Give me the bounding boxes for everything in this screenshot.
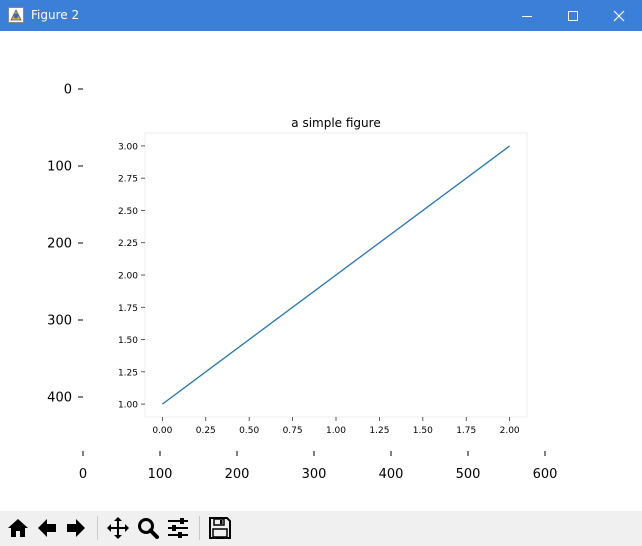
inner-chart-title: a simple figure — [291, 116, 380, 130]
toolbar-separator — [199, 516, 200, 540]
save-button[interactable] — [206, 514, 234, 542]
x-tick-label: 200 — [225, 467, 250, 482]
x-tick-label: 0 — [79, 467, 87, 482]
maximize-button[interactable] — [550, 0, 596, 31]
forward-button[interactable] — [62, 514, 90, 542]
inner-y-tick-label: 3.00 — [118, 142, 138, 152]
toolbar-separator — [97, 516, 98, 540]
x-tick-label: 300 — [302, 467, 327, 482]
figure-canvas[interactable]: 0 100 200 300 400 0 100 200 300 400 500 600 a simpl… — [0, 31, 642, 511]
title-bar: Figure 2 — [0, 0, 642, 31]
x-tick-label: 100 — [148, 467, 173, 482]
inner-y-tick-label: 1.50 — [118, 336, 138, 346]
inner-chart: a simple figure 1.00 1.25 1.50 1.75 2.00 2.25 2… — [118, 116, 528, 436]
inner-y-tick-label: 2.25 — [118, 239, 138, 249]
pan-button[interactable] — [104, 514, 132, 542]
inner-y-tick-label: 1.75 — [118, 304, 138, 314]
arrow-right-icon — [67, 519, 85, 537]
inner-x-tick-label: 0.00 — [152, 426, 172, 436]
arrow-left-icon — [38, 519, 56, 537]
minimize-button[interactable] — [504, 0, 550, 31]
inner-x-tick-label: 1.00 — [326, 426, 346, 436]
floppy-disk-icon — [209, 517, 231, 539]
close-icon — [613, 10, 625, 21]
matplotlib-icon — [8, 7, 24, 23]
y-tick-label: 200 — [47, 237, 72, 252]
back-button[interactable] — [33, 514, 61, 542]
inner-y-tick-label: 2.75 — [118, 175, 138, 185]
inner-y-tick-label: 1.00 — [118, 401, 138, 411]
window-title: Figure 2 — [31, 8, 80, 22]
minimize-icon — [522, 15, 532, 17]
home-button[interactable] — [4, 514, 32, 542]
y-tick-label: 400 — [47, 391, 72, 406]
inner-y-tick-label: 1.25 — [118, 368, 138, 378]
close-button[interactable] — [596, 0, 642, 31]
y-tick-label: 100 — [47, 160, 72, 175]
inner-x-tick-label: 1.25 — [369, 426, 389, 436]
inner-y-tick-label: 2.00 — [118, 272, 138, 282]
inner-x-tick-label: 1.50 — [413, 426, 433, 436]
navigation-toolbar — [0, 511, 642, 546]
figure-svg: 0 100 200 300 400 0 100 200 300 400 500 600 a simpl… — [47, 83, 558, 483]
inner-x-tick-label: 0.25 — [196, 426, 216, 436]
sliders-icon — [168, 518, 188, 538]
inner-x-tick-label: 0.50 — [239, 426, 259, 436]
move-icon — [107, 517, 129, 539]
y-tick-label: 0 — [64, 83, 72, 98]
configure-subplots-button[interactable] — [164, 514, 192, 542]
maximize-icon — [568, 10, 578, 21]
x-tick-label: 400 — [379, 467, 404, 482]
x-tick-label: 600 — [533, 467, 558, 482]
x-tick-label: 500 — [456, 467, 481, 482]
inner-y-tick-label: 2.50 — [118, 207, 138, 217]
inner-x-tick-label: 0.75 — [283, 426, 303, 436]
inner-x-tick-label: 2.00 — [500, 426, 520, 436]
y-tick-label: 300 — [47, 314, 72, 329]
magnifier-icon — [138, 518, 159, 539]
zoom-button[interactable] — [134, 514, 162, 542]
inner-x-tick-label: 1.75 — [456, 426, 476, 436]
home-icon — [8, 519, 28, 537]
